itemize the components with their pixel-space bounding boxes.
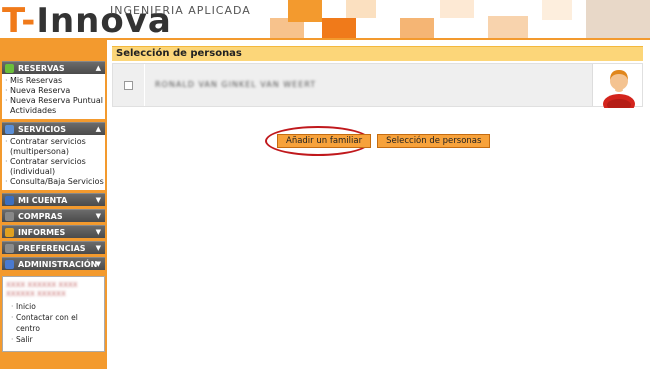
header-decoration bbox=[250, 0, 650, 40]
sidebar-section-label: COMPRAS bbox=[18, 212, 63, 221]
person-name-cell: RONALD VAN GINKEL VAN WEERT bbox=[145, 64, 592, 106]
sidebar-item[interactable]: Nueva Reserva Puntual Actividades bbox=[2, 96, 105, 116]
sidebar-item[interactable]: Mis Reservas bbox=[2, 76, 105, 86]
tools-icon bbox=[5, 244, 14, 253]
chevron-up-icon: ▲ bbox=[95, 64, 101, 72]
user-link[interactable]: Inicio bbox=[6, 301, 101, 312]
sidebar-section-label: INFORMES bbox=[18, 228, 66, 237]
sidebar-item[interactable]: Nueva Reserva bbox=[2, 86, 105, 96]
person-name: RONALD VAN GINKEL VAN WEERT bbox=[155, 80, 317, 89]
report-icon bbox=[5, 228, 14, 237]
sidebar-section-preferencias[interactable]: PREFERENCIAS ▼ bbox=[2, 241, 105, 254]
logo-t: T- bbox=[2, 1, 37, 40]
sidebar-section-label: PREFERENCIAS bbox=[18, 244, 86, 253]
sidebar-item[interactable]: Contratar servicios (multipersona) bbox=[2, 137, 105, 157]
chevron-up-icon: ▲ bbox=[95, 125, 101, 133]
sidebar-section-servicios[interactable]: SERVICIOS ▲ bbox=[2, 122, 105, 135]
user-box: XXXX XXXXXX XXXX XXXXXX XXXXXX InicioCont… bbox=[2, 276, 105, 352]
sidebar-section-administracin[interactable]: ADMINISTRACIÓN ▼ bbox=[2, 257, 105, 270]
button-bar: Añadir un familiar Selección de personas bbox=[277, 134, 491, 148]
user-account-icon bbox=[5, 196, 14, 205]
header: T-Innova INGENIERIA APLICADA bbox=[0, 0, 650, 40]
sidebar-section-micuenta[interactable]: MI CUENTA ▼ bbox=[2, 193, 105, 206]
sidebar-section-compras[interactable]: COMPRAS ▼ bbox=[2, 209, 105, 222]
sidebar-section-items: Mis ReservasNueva ReservaNueva Reserva P… bbox=[2, 74, 105, 119]
chevron-down-icon: ▼ bbox=[95, 260, 101, 268]
person-check-cell bbox=[113, 64, 145, 106]
user-link[interactable]: Salir bbox=[6, 334, 101, 345]
logo-tagline: INGENIERIA APLICADA bbox=[110, 4, 251, 17]
sidebar-section-label: MI CUENTA bbox=[18, 196, 68, 205]
chevron-down-icon: ▼ bbox=[95, 244, 101, 252]
chevron-down-icon: ▼ bbox=[95, 212, 101, 220]
sidebar-section-label: SERVICIOS bbox=[18, 125, 66, 134]
sidebar-item[interactable]: Contratar servicios (individual) bbox=[2, 157, 105, 177]
calendar-icon bbox=[5, 64, 14, 73]
person-row: RONALD VAN GINKEL VAN WEERT bbox=[112, 63, 643, 114]
select-persons-button[interactable]: Selección de personas bbox=[377, 134, 491, 148]
sidebar-section-label: RESERVAS bbox=[18, 64, 65, 73]
list-icon bbox=[5, 125, 14, 134]
sidebar-section-reservas[interactable]: RESERVAS ▲ bbox=[2, 61, 105, 74]
sidebar-section-label: ADMINISTRACIÓN bbox=[18, 260, 98, 269]
avatar bbox=[592, 64, 642, 114]
admin-icon bbox=[5, 260, 14, 269]
sidebar-section-informes[interactable]: INFORMES ▼ bbox=[2, 225, 105, 238]
user-link[interactable]: Contactar con el centro bbox=[6, 312, 101, 334]
add-family-button[interactable]: Añadir un familiar bbox=[277, 134, 372, 148]
person-checkbox[interactable] bbox=[124, 81, 133, 90]
sidebar: RESERVAS ▲ Mis ReservasNueva ReservaNueva … bbox=[0, 40, 107, 369]
sidebar-section-items: Contratar servicios (multipersona)Contra… bbox=[2, 135, 105, 190]
person-avatar-icon bbox=[603, 70, 635, 114]
page-title: Selección de personas bbox=[112, 46, 643, 61]
cart-icon bbox=[5, 212, 14, 221]
sidebar-item[interactable]: Consulta/Baja Servicios bbox=[2, 177, 105, 187]
user-name: XXXX XXXXXX XXXX XXXXXX XXXXXX bbox=[6, 281, 78, 298]
main-content: Selección de personas RONALD VAN GINKEL … bbox=[112, 46, 643, 156]
chevron-down-icon: ▼ bbox=[95, 196, 101, 204]
chevron-down-icon: ▼ bbox=[95, 228, 101, 236]
sidebar-menu: RESERVAS ▲ Mis ReservasNueva ReservaNueva … bbox=[2, 58, 105, 352]
